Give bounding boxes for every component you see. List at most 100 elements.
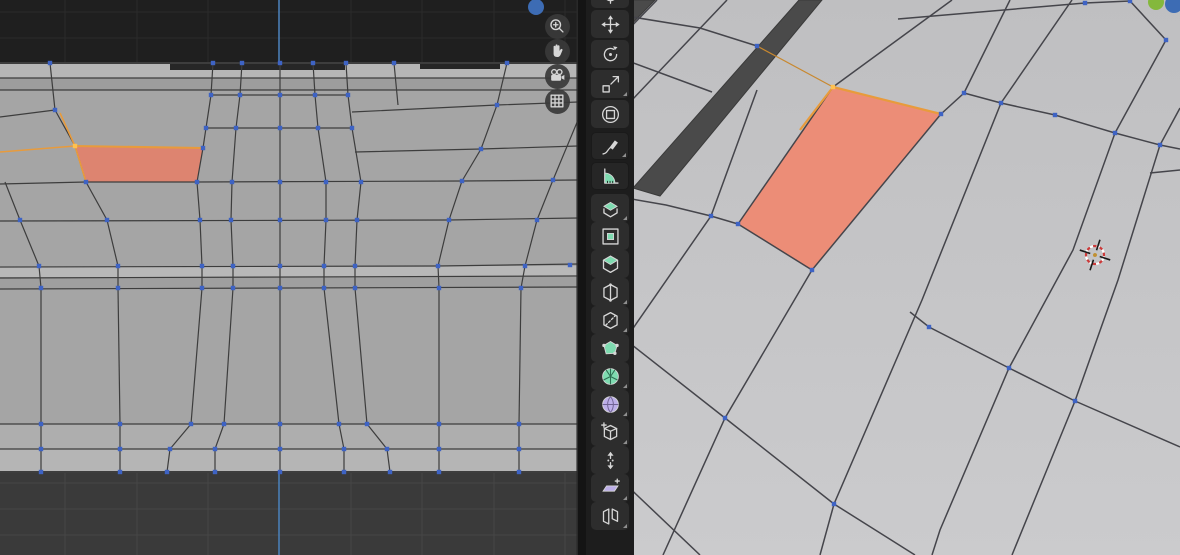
mesh-vertex[interactable] bbox=[387, 469, 393, 475]
mesh-vertex[interactable] bbox=[708, 213, 714, 219]
viewport-front-ortho[interactable] bbox=[0, 0, 578, 555]
mesh-vertex[interactable] bbox=[277, 446, 283, 452]
mesh-vertex[interactable] bbox=[998, 100, 1004, 106]
pan-hand-button[interactable] bbox=[544, 38, 570, 64]
mesh-vertex[interactable] bbox=[534, 217, 540, 223]
mesh-vertex[interactable] bbox=[115, 263, 121, 269]
mesh-vertex[interactable] bbox=[354, 217, 360, 223]
mesh-vertex[interactable] bbox=[203, 125, 209, 131]
mesh-vertex[interactable] bbox=[345, 92, 351, 98]
tool-shear[interactable] bbox=[591, 474, 629, 502]
mesh-vertex[interactable] bbox=[52, 107, 58, 113]
mesh-vertex[interactable] bbox=[164, 469, 170, 475]
mesh-vertex[interactable] bbox=[446, 217, 452, 223]
mesh-vertex[interactable] bbox=[117, 446, 123, 452]
mesh-vertex[interactable] bbox=[277, 92, 283, 98]
mesh-vertex[interactable] bbox=[38, 446, 44, 452]
selected-face[interactable] bbox=[75, 146, 203, 182]
mesh-vertex[interactable] bbox=[358, 179, 364, 185]
mesh-vertex[interactable] bbox=[1006, 365, 1012, 371]
mesh-vertex[interactable] bbox=[210, 60, 216, 66]
mesh-vertex[interactable] bbox=[478, 146, 484, 152]
mesh-vertex[interactable] bbox=[38, 421, 44, 427]
tool-transform[interactable] bbox=[591, 100, 629, 128]
mesh-vertex[interactable] bbox=[212, 469, 218, 475]
mesh-vertex[interactable] bbox=[115, 285, 121, 291]
mesh-vertex[interactable] bbox=[1112, 130, 1118, 136]
mesh-vertex[interactable] bbox=[212, 446, 218, 452]
mesh-vertex[interactable] bbox=[518, 285, 524, 291]
mesh-vertex[interactable] bbox=[277, 263, 283, 269]
tool-spin[interactable] bbox=[591, 362, 629, 390]
mesh-vertex[interactable] bbox=[494, 102, 500, 108]
zoom-in-button[interactable] bbox=[544, 13, 570, 39]
mesh-vertex[interactable] bbox=[200, 145, 206, 151]
mesh-vertex[interactable] bbox=[47, 60, 53, 66]
tool-rip-region[interactable] bbox=[591, 502, 629, 530]
active-vertex[interactable] bbox=[830, 84, 836, 90]
mesh-vertex[interactable] bbox=[1127, 0, 1133, 4]
mesh-vertex[interactable] bbox=[197, 217, 203, 223]
mesh-vertex[interactable] bbox=[277, 60, 283, 66]
mesh-vertex[interactable] bbox=[961, 90, 967, 96]
tool-cursor[interactable] bbox=[591, 0, 629, 8]
mesh-vertex[interactable] bbox=[341, 446, 347, 452]
tool-bevel[interactable] bbox=[591, 250, 629, 278]
mesh-vertex[interactable] bbox=[321, 263, 327, 269]
mesh-vertex[interactable] bbox=[36, 263, 42, 269]
mesh-vertex[interactable] bbox=[504, 60, 510, 66]
mesh-vertex[interactable] bbox=[722, 415, 728, 421]
mesh-vertex[interactable] bbox=[384, 446, 390, 452]
mesh-vertex[interactable] bbox=[735, 221, 741, 227]
mesh-vertex[interactable] bbox=[938, 111, 944, 117]
mesh-vertex[interactable] bbox=[194, 179, 200, 185]
mesh-vertex[interactable] bbox=[436, 285, 442, 291]
tool-scale[interactable] bbox=[591, 70, 629, 98]
mesh-vertex[interactable] bbox=[436, 469, 442, 475]
mesh-vertex[interactable] bbox=[436, 421, 442, 427]
viewport-perspective[interactable] bbox=[586, 0, 1180, 555]
mesh-vertex[interactable] bbox=[228, 217, 234, 223]
mesh-vertex[interactable] bbox=[117, 421, 123, 427]
active-vertex[interactable] bbox=[72, 143, 78, 149]
editor-divider[interactable] bbox=[578, 0, 586, 555]
mesh-vertex[interactable] bbox=[277, 179, 283, 185]
mesh-vertex[interactable] bbox=[239, 60, 245, 66]
mesh-vertex[interactable] bbox=[38, 469, 44, 475]
mesh-vertex[interactable] bbox=[364, 421, 370, 427]
tool-smooth[interactable] bbox=[591, 390, 629, 418]
mesh-vertex[interactable] bbox=[1072, 398, 1078, 404]
mesh-vertex[interactable] bbox=[167, 446, 173, 452]
tool-poly-build[interactable] bbox=[591, 334, 629, 362]
mesh-vertex[interactable] bbox=[38, 285, 44, 291]
mesh-vertex[interactable] bbox=[1052, 112, 1058, 118]
mesh-vertex[interactable] bbox=[17, 217, 23, 223]
mesh-vertex[interactable] bbox=[336, 421, 342, 427]
mesh-vertex[interactable] bbox=[926, 324, 932, 330]
mesh-vertex[interactable] bbox=[199, 285, 205, 291]
mesh-vertex[interactable] bbox=[516, 421, 522, 427]
mesh-vertex[interactable] bbox=[352, 263, 358, 269]
ortho-grid-button[interactable] bbox=[544, 88, 570, 114]
mesh-vertex[interactable] bbox=[343, 60, 349, 66]
mesh-vertex[interactable] bbox=[459, 178, 465, 184]
mesh-vertex[interactable] bbox=[277, 421, 283, 427]
tool-knife[interactable] bbox=[591, 306, 629, 334]
mesh-vertex[interactable] bbox=[310, 60, 316, 66]
mesh-vertex[interactable] bbox=[277, 217, 283, 223]
mesh-vertex[interactable] bbox=[516, 446, 522, 452]
tool-edge-slide[interactable] bbox=[591, 418, 629, 446]
mesh-vertex[interactable] bbox=[516, 469, 522, 475]
tool-shrink-fatten[interactable] bbox=[591, 446, 629, 474]
camera-view-button[interactable] bbox=[544, 63, 570, 89]
mesh-vertex[interactable] bbox=[321, 285, 327, 291]
mesh-vertex[interactable] bbox=[1082, 0, 1088, 6]
tool-loop-cut[interactable] bbox=[591, 278, 629, 306]
mesh-vertex[interactable] bbox=[1163, 37, 1169, 43]
tool-extrude-region[interactable] bbox=[591, 194, 629, 222]
tool-move[interactable] bbox=[591, 10, 629, 38]
mesh-vertex[interactable] bbox=[277, 125, 283, 131]
mesh-vertex[interactable] bbox=[221, 421, 227, 427]
mesh-vertex[interactable] bbox=[233, 125, 239, 131]
mesh-vertex[interactable] bbox=[567, 262, 573, 268]
